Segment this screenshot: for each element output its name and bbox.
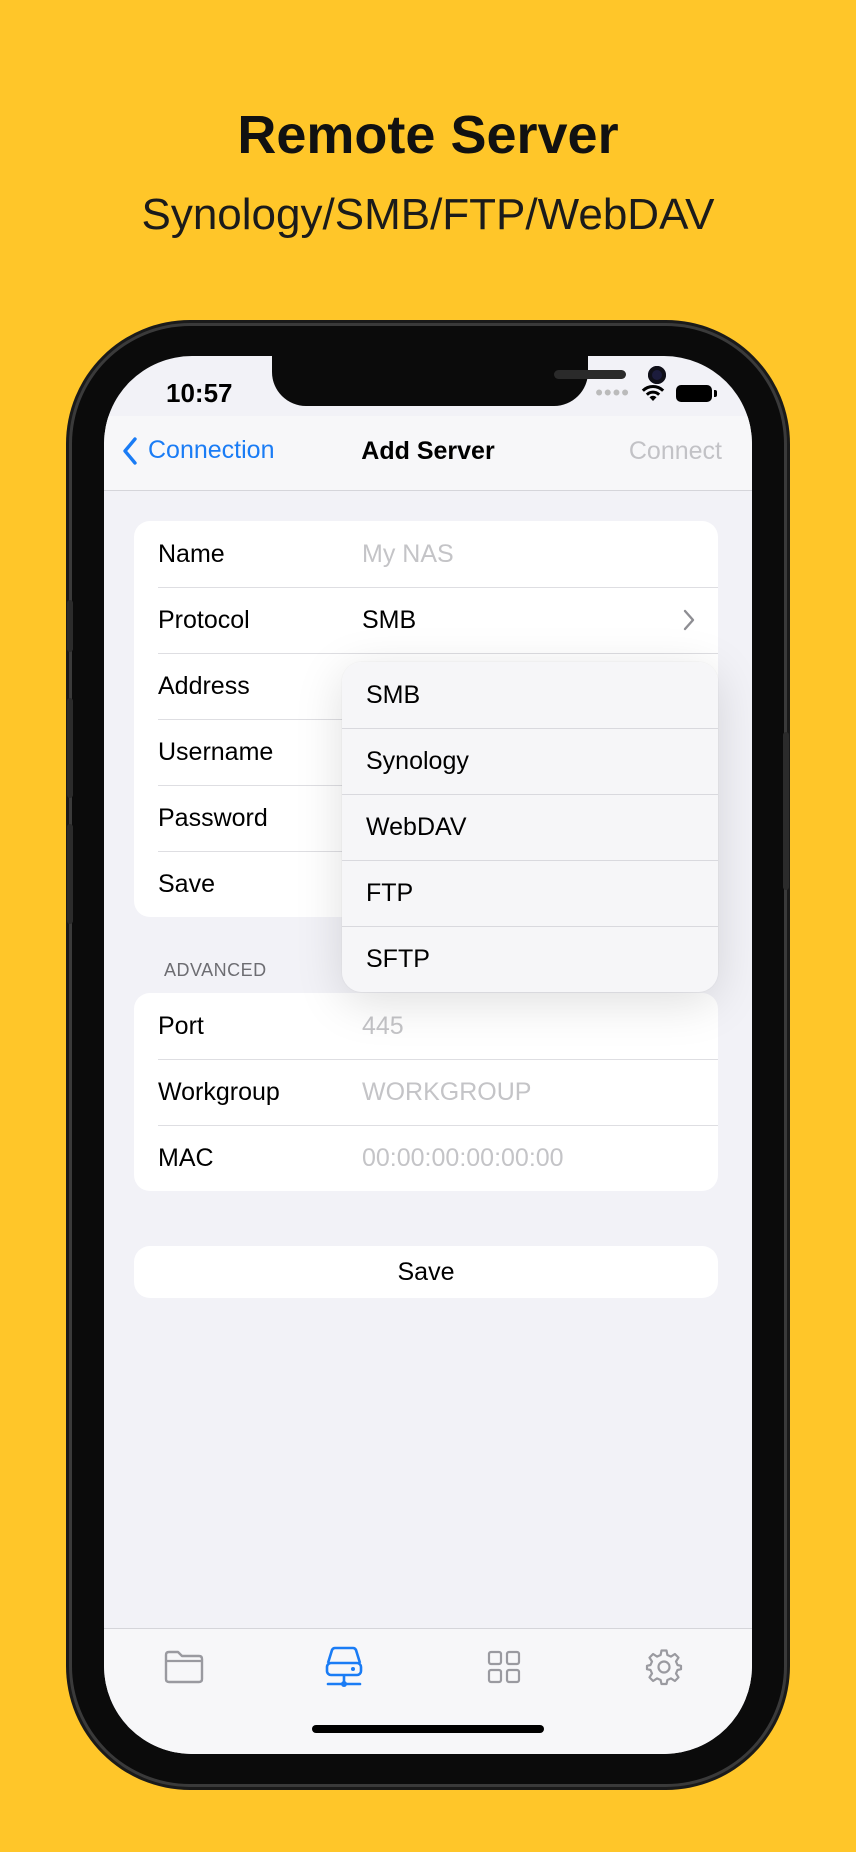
mute-switch <box>67 600 73 652</box>
password-label: Password <box>158 803 268 832</box>
wifi-icon <box>641 384 665 401</box>
name-label: Name <box>158 539 225 568</box>
volume-up-button <box>67 698 73 798</box>
volume-down-button <box>67 824 73 924</box>
promo-title: Remote Server <box>237 105 619 165</box>
mac-input[interactable]: 00:00:00:00:00:00 <box>362 1144 564 1173</box>
status-time: 10:57 <box>166 378 233 408</box>
save-button[interactable]: Save <box>134 1246 718 1298</box>
navigation-bar: Connection Add Server Connect <box>104 416 752 491</box>
protocol-option-sftp[interactable]: SFTP <box>342 926 718 992</box>
phone-screen: 10:57 •••• Connection Add Server Connect… <box>104 356 752 1754</box>
tab-servers[interactable] <box>320 1643 368 1691</box>
port-row[interactable]: Port 445 <box>134 993 718 1059</box>
status-icons: •••• <box>595 380 717 406</box>
username-label: Username <box>158 737 274 766</box>
notch <box>272 356 666 406</box>
chevron-right-icon <box>683 609 695 631</box>
tab-apps[interactable] <box>480 1643 528 1691</box>
workgroup-input[interactable]: WORKGROUP <box>362 1078 531 1107</box>
server-icon <box>325 1646 363 1687</box>
folder-icon <box>164 1650 204 1684</box>
workgroup-row[interactable]: Workgroup WORKGROUP <box>134 1059 718 1125</box>
connect-button[interactable]: Connect <box>629 437 722 466</box>
name-row[interactable]: Name My NAS <box>134 521 718 587</box>
grid-icon <box>487 1650 521 1684</box>
power-button <box>783 732 789 890</box>
home-indicator <box>312 1725 544 1733</box>
save-password-label: Save <box>158 869 215 898</box>
port-label: Port <box>158 1011 204 1040</box>
protocol-option-webdav[interactable]: WebDAV <box>342 794 718 860</box>
protocol-option-ftp[interactable]: FTP <box>342 860 718 926</box>
protocol-option-smb[interactable]: SMB <box>342 662 718 728</box>
mac-label: MAC <box>158 1143 214 1172</box>
mac-row[interactable]: MAC 00:00:00:00:00:00 <box>134 1125 718 1191</box>
port-input[interactable]: 445 <box>362 1012 404 1041</box>
protocol-value[interactable]: SMB <box>362 606 416 635</box>
tab-settings[interactable] <box>640 1643 688 1691</box>
address-label: Address <box>158 671 250 700</box>
gear-icon <box>645 1649 683 1686</box>
battery-icon <box>676 384 717 402</box>
speaker <box>554 370 626 379</box>
tab-bar <box>104 1628 752 1754</box>
protocol-option-synology[interactable]: Synology <box>342 728 718 794</box>
cellular-signal-icon: •••• <box>595 380 630 405</box>
advanced-section-header: ADVANCED <box>164 960 267 980</box>
protocol-label: Protocol <box>158 605 250 634</box>
protocol-menu: SMB Synology WebDAV FTP SFTP <box>342 662 718 992</box>
workgroup-label: Workgroup <box>158 1077 280 1106</box>
advanced-form: Port 445 Workgroup WORKGROUP MAC 00:00:0… <box>134 993 718 1191</box>
protocol-row[interactable]: Protocol SMB <box>134 587 718 653</box>
promo-subtitle: Synology/SMB/FTP/WebDAV <box>141 190 715 239</box>
tab-files[interactable] <box>160 1643 208 1691</box>
name-input[interactable]: My NAS <box>362 540 454 569</box>
